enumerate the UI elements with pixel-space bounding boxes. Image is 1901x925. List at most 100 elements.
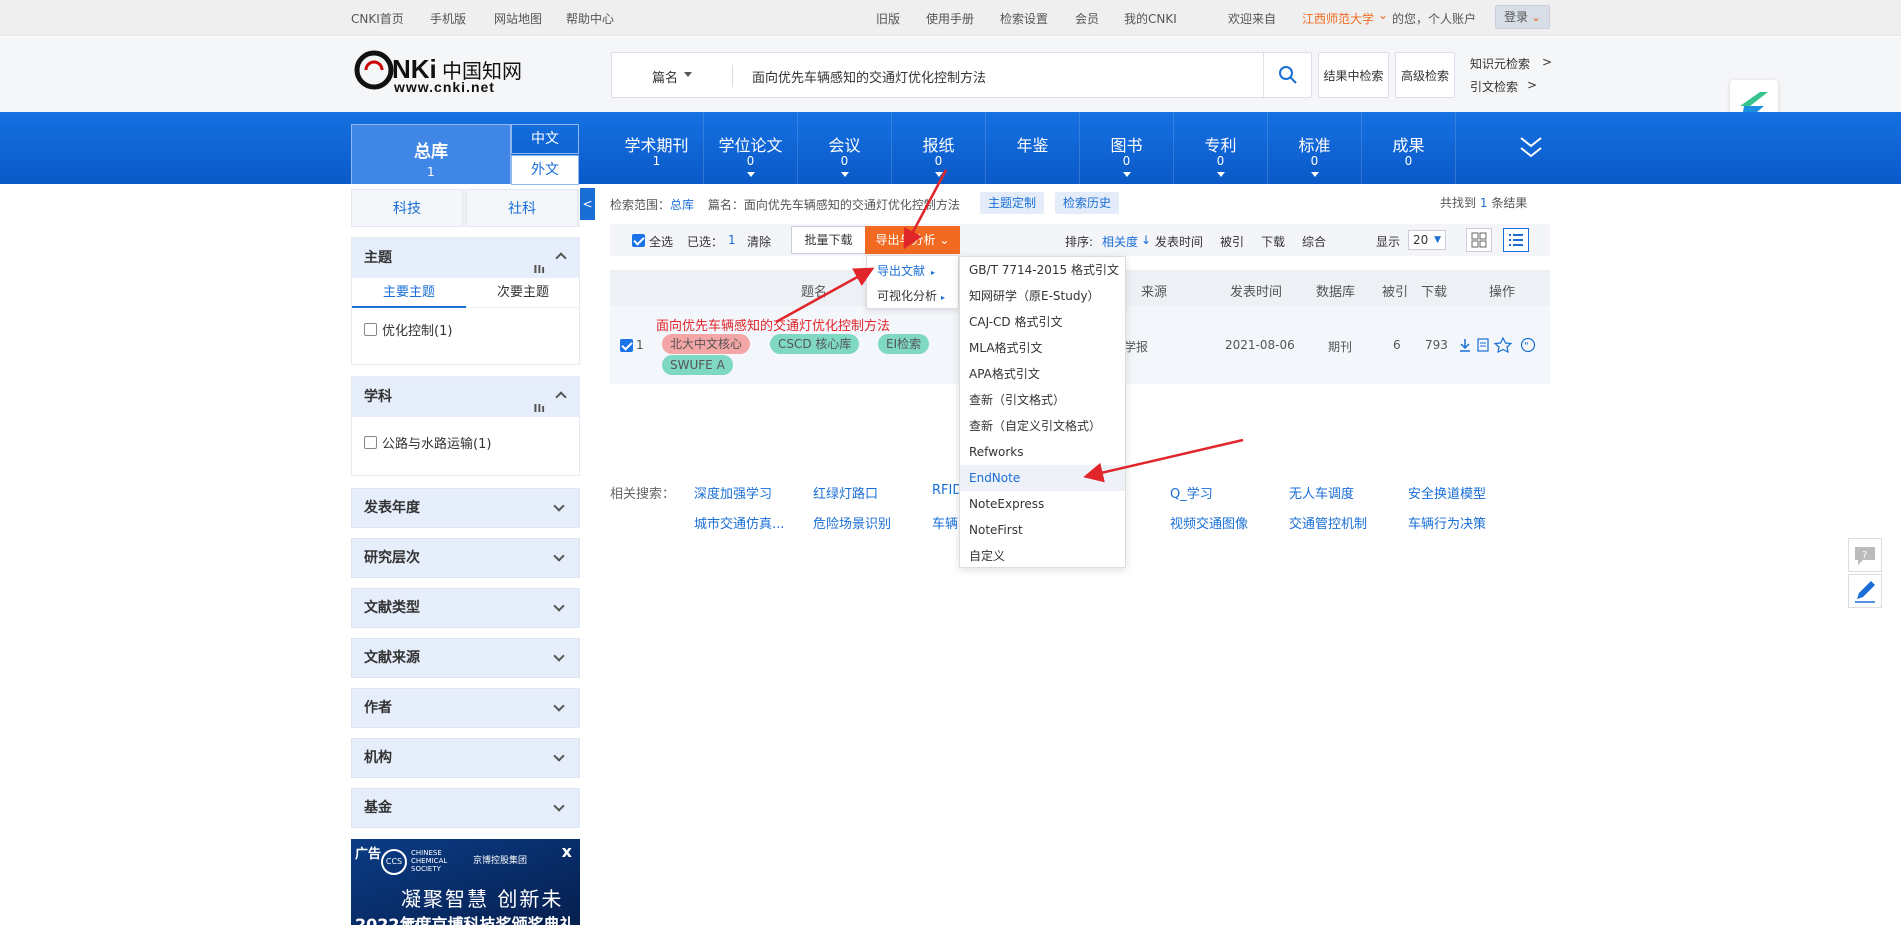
nav-conferences[interactable]: 会议 0	[798, 112, 892, 184]
collapse-sidebar-button[interactable]: <	[580, 188, 595, 220]
menu-item-estudy[interactable]: 知网研学（原E-Study）	[960, 283, 1125, 309]
link-help[interactable]: 帮助中心	[566, 10, 614, 27]
expand-nav-icon[interactable]	[1518, 134, 1544, 165]
facet-author[interactable]: 作者	[351, 688, 580, 728]
row-title-link[interactable]: 面向优先车辆感知的交通灯优化控制方法	[656, 315, 890, 334]
cnki-logo[interactable]: NKi 中国知网 www.cnki.net	[354, 48, 534, 96]
nav-standards[interactable]: 标准 0	[1268, 112, 1362, 184]
quote-icon[interactable]: "	[1520, 337, 1536, 353]
related-link[interactable]: 视频交通图像	[1170, 513, 1248, 532]
subject-filter-item[interactable]: 公路与水路运输(1)	[352, 433, 579, 452]
facet-fund[interactable]: 基金	[351, 788, 580, 828]
search-history-button[interactable]: 检索历史	[1055, 192, 1120, 214]
html-read-icon[interactable]	[1477, 338, 1489, 352]
link-old-version[interactable]: 旧版	[876, 10, 900, 27]
page-size-select[interactable]: 20 ▼	[1408, 230, 1446, 250]
related-link[interactable]: 城市交通仿真...	[694, 513, 784, 532]
submenu-export-docs[interactable]: 导出文献 ▸	[877, 262, 935, 279]
search-button[interactable]	[1263, 53, 1311, 97]
link-knowledge-search[interactable]: 知识元检索	[1470, 55, 1530, 72]
sort-cited[interactable]: 被引	[1220, 233, 1244, 250]
tab-foreign[interactable]: 外文	[511, 155, 579, 185]
row-downloads[interactable]: 793	[1425, 338, 1448, 352]
nav-patents[interactable]: 专利 0	[1174, 112, 1268, 184]
link-my-cnki[interactable]: 我的CNKI	[1124, 10, 1177, 27]
checkbox[interactable]	[364, 436, 377, 449]
related-link[interactable]: 交通管控机制	[1289, 513, 1367, 532]
bar-chart-icon[interactable]: Ilı	[533, 389, 545, 429]
list-view-button[interactable]	[1503, 228, 1529, 252]
tab-all-databases[interactable]: 总库 1	[351, 124, 511, 184]
link-cnki-home[interactable]: CNKI首页	[351, 10, 404, 27]
topic-filter-item[interactable]: 优化控制(1)	[352, 320, 579, 339]
nav-theses[interactable]: 学位论文 0	[704, 112, 798, 184]
submenu-visualize[interactable]: 可视化分析 ▸	[877, 287, 945, 304]
nav-journals[interactable]: 学术期刊 1	[610, 112, 704, 184]
grid-view-button[interactable]	[1466, 228, 1492, 252]
download-icon[interactable]	[1460, 339, 1470, 352]
chevron-up-icon[interactable]	[555, 391, 567, 403]
org-chevron-icon[interactable]: ⌄	[1378, 8, 1388, 22]
row-source[interactable]: 学报	[1124, 338, 1148, 355]
nav-books[interactable]: 图书 0	[1080, 112, 1174, 184]
menu-item-noteexpress[interactable]: NoteExpress	[960, 491, 1125, 517]
tab-chinese[interactable]: 中文	[511, 124, 579, 154]
link-member[interactable]: 会员	[1075, 10, 1099, 27]
scope-value[interactable]: 总库	[670, 198, 694, 212]
select-all-label[interactable]: 全选	[649, 233, 673, 250]
close-icon[interactable]: x	[562, 842, 572, 861]
link-search-settings[interactable]: 检索设置	[1000, 10, 1048, 27]
feedback-button[interactable]: ?	[1848, 538, 1882, 572]
subtab-main-topic[interactable]: 主要主题	[352, 278, 466, 308]
related-link[interactable]: 危险场景识别	[813, 513, 891, 532]
menu-item-novelty-cite[interactable]: 查新（引文格式）	[960, 387, 1125, 413]
edit-note-button[interactable]	[1848, 574, 1882, 608]
batch-download-button[interactable]: 批量下载	[791, 226, 866, 254]
login-button[interactable]: 登录 ⌄	[1495, 5, 1550, 29]
export-analysis-button[interactable]: 导出与分析 ⌄	[865, 226, 960, 254]
menu-item-refworks[interactable]: Refworks	[960, 439, 1125, 465]
search-within-button[interactable]: 结果中检索	[1318, 52, 1389, 98]
topic-custom-button[interactable]: 主题定制	[980, 192, 1045, 214]
related-link[interactable]: 红绿灯路口	[813, 483, 878, 502]
link-sitemap[interactable]: 网站地图	[494, 10, 542, 27]
row-cited[interactable]: 6	[1393, 338, 1401, 352]
related-link[interactable]: RFID	[932, 483, 962, 498]
tab-social-science[interactable]: 社科	[466, 189, 578, 227]
menu-item-cajcd[interactable]: CAJ-CD 格式引文	[960, 309, 1125, 335]
facet-institution[interactable]: 机构	[351, 738, 580, 778]
favorite-star-icon[interactable]	[1493, 337, 1513, 353]
related-link[interactable]: 深度加强学习	[694, 483, 772, 502]
menu-item-endnote[interactable]: EndNote	[960, 465, 1125, 491]
related-link[interactable]: 车辆行为决策	[1408, 513, 1486, 532]
menu-item-custom[interactable]: 自定义	[960, 543, 1125, 569]
facet-doc-source[interactable]: 文献来源	[351, 638, 580, 678]
menu-item-gbt7714[interactable]: GB/T 7714-2015 格式引文	[960, 257, 1125, 283]
select-all-checkbox[interactable]	[632, 234, 645, 247]
advanced-search-button[interactable]: 高级检索	[1395, 52, 1455, 98]
org-name[interactable]: 江西师范大学	[1302, 10, 1374, 27]
ad-banner[interactable]: 广告 x CCS CHINESE CHEMICAL SOCIETY 京博控股集团…	[351, 839, 580, 925]
search-input[interactable]: 面向优先车辆感知的交通灯优化控制方法	[752, 67, 986, 86]
link-mobile[interactable]: 手机版	[430, 10, 466, 27]
subtab-minor-topic[interactable]: 次要主题	[466, 278, 580, 308]
checkbox[interactable]	[364, 323, 377, 336]
related-link[interactable]: 无人车调度	[1289, 483, 1354, 502]
sort-overall[interactable]: 综合	[1302, 233, 1326, 250]
related-link[interactable]: 安全换道模型	[1408, 483, 1486, 502]
menu-item-apa[interactable]: APA格式引文	[960, 361, 1125, 387]
related-link[interactable]: 车辆	[932, 513, 958, 532]
nav-newspapers[interactable]: 报纸 0	[892, 112, 986, 184]
clear-link[interactable]: 清除	[747, 233, 771, 250]
menu-item-novelty-custom[interactable]: 查新（自定义引文格式）	[960, 413, 1125, 439]
related-link[interactable]: Q_学习	[1170, 483, 1213, 502]
facet-pub-year[interactable]: 发表年度	[351, 488, 580, 528]
search-field-select[interactable]: 篇名	[652, 67, 678, 86]
tab-science[interactable]: 科技	[351, 189, 463, 227]
link-manual[interactable]: 使用手册	[926, 10, 974, 27]
menu-item-mla[interactable]: MLA格式引文	[960, 335, 1125, 361]
nav-yearbooks[interactable]: 年鉴	[986, 112, 1080, 184]
facet-doc-type[interactable]: 文献类型	[351, 588, 580, 628]
sort-date[interactable]: 发表时间	[1155, 233, 1203, 250]
field-caret-icon[interactable]	[684, 72, 692, 77]
